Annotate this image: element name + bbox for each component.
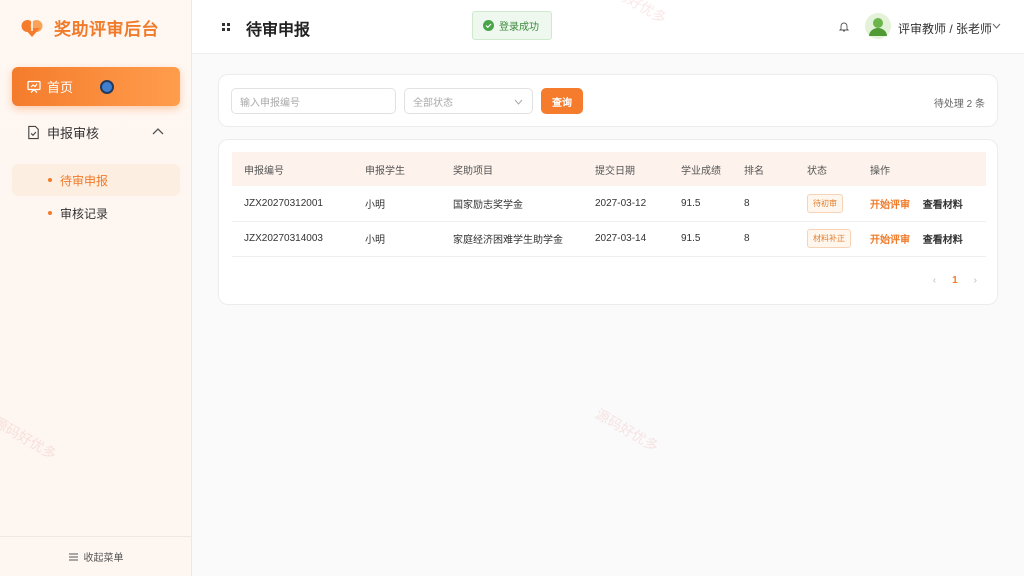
column-header: 申报编号 — [244, 165, 284, 177]
student-name: 小明 — [365, 199, 385, 211]
application-id: JZX20270314003 — [244, 233, 323, 244]
status-cell: 待初审 — [795, 186, 858, 221]
project-name: 国家励志奖学金 — [453, 199, 523, 211]
page-number[interactable]: 1 — [952, 275, 958, 286]
applications-table-panel: 申报编号 申报学生 奖助项目 提交日期 学业成绩 排名 状态 操作 JZX202… — [218, 139, 998, 305]
search-input[interactable]: 输入申报编号 — [231, 88, 396, 114]
table-row: JZX20270314003 小明 家庭经济困难学生助学金 2027-03-14… — [232, 221, 986, 256]
presentation-icon — [27, 80, 41, 93]
sidebar-item-home[interactable]: 首页 — [12, 67, 180, 106]
sidebar-group-review[interactable]: 申报审核 — [12, 118, 180, 146]
status-select[interactable]: 全部状态 — [404, 88, 533, 114]
column-header: 排名 — [744, 165, 764, 177]
cursor-indicator — [100, 80, 114, 94]
sidebar-group-label: 申报审核 — [47, 125, 100, 141]
actions-cell: 开始评审 查看材料 — [858, 186, 986, 221]
status-cell: 材料补正 — [795, 221, 858, 256]
submit-date: 2027-03-12 — [595, 197, 647, 209]
pagination: ‹ 1 › — [933, 275, 977, 286]
sidebar-item-pending[interactable]: 待审申报 — [12, 164, 180, 196]
project-name: 家庭经济困难学生助学金 — [453, 235, 563, 246]
next-page-button[interactable]: › — [974, 275, 977, 286]
collapse-label: 收起菜单 — [83, 553, 124, 564]
sidebar: 奖助评审后台 首页 申报审核 待审申报 审核记录 收起菜单 — [0, 0, 192, 576]
chevron-down-icon[interactable] — [992, 23, 1001, 29]
table-row: JZX20270312001 小明 国家励志奖学金 2027-03-12 91.… — [232, 186, 986, 221]
filter-panel: 输入申报编号 全部状态 查询 待处理 2 条 — [218, 74, 998, 127]
score: 91.5 — [681, 233, 701, 244]
watermark: 源码好优多 — [592, 405, 662, 455]
brand-name: 奖助评审后台 — [54, 19, 159, 39]
brand: 奖助评审后台 — [20, 14, 159, 40]
page-title: 待审申报 — [246, 22, 311, 39]
column-header: 操作 — [870, 165, 890, 177]
status-placeholder: 全部状态 — [413, 97, 453, 109]
search-placeholder: 输入申报编号 — [240, 97, 300, 109]
query-button[interactable]: 查询 — [541, 88, 583, 114]
column-header: 申报学生 — [365, 165, 405, 177]
sidebar-item-label: 审核记录 — [60, 206, 109, 221]
rank: 8 — [744, 233, 750, 244]
column-header: 学业成绩 — [681, 165, 721, 177]
start-review-link[interactable]: 开始评审 — [870, 235, 910, 246]
chevron-up-icon[interactable] — [152, 127, 164, 135]
success-toast: 登录成功 — [472, 11, 552, 40]
view-materials-link[interactable]: 查看材料 — [923, 200, 963, 211]
brand-logo-icon — [21, 18, 43, 37]
application-id: JZX20270312001 — [244, 197, 323, 209]
table-header-row: 申报编号 申报学生 奖助项目 提交日期 学业成绩 排名 状态 操作 — [232, 152, 986, 186]
sidebar-item-label: 待审申报 — [60, 173, 109, 188]
bullet-icon — [48, 211, 52, 215]
sidebar-item-records[interactable]: 审核记录 — [12, 197, 180, 229]
grid-icon[interactable] — [222, 23, 230, 31]
collapse-menu-button[interactable]: 收起菜单 — [0, 536, 192, 576]
applications-table: 申报编号 申报学生 奖助项目 提交日期 学业成绩 排名 状态 操作 JZX202… — [232, 152, 986, 257]
prev-page-button[interactable]: ‹ — [933, 275, 936, 286]
status-badge: 材料补正 — [807, 229, 851, 248]
menu-icon — [68, 553, 78, 560]
start-review-link[interactable]: 开始评审 — [870, 200, 910, 211]
submit-date: 2027-03-14 — [595, 233, 647, 244]
status-badge: 待初审 — [807, 193, 843, 213]
user-name[interactable]: 评审教师 / 张老师 — [898, 20, 992, 37]
document-check-icon — [28, 125, 39, 139]
column-header: 奖助项目 — [453, 165, 493, 177]
pending-count: 待处理 2 条 — [933, 99, 985, 110]
column-header: 状态 — [807, 165, 827, 177]
column-header: 提交日期 — [595, 165, 635, 177]
view-materials-link[interactable]: 查看材料 — [923, 235, 963, 246]
score: 91.5 — [681, 197, 701, 209]
chevron-down-icon — [514, 99, 523, 105]
bell-icon[interactable] — [839, 21, 849, 32]
top-header: 待审申报 登录成功 评审教师 / 张老师 — [192, 0, 1024, 54]
bullet-icon — [48, 178, 52, 182]
toast-text: 登录成功 — [499, 22, 539, 33]
sidebar-item-label: 首页 — [47, 80, 74, 95]
avatar[interactable] — [865, 13, 891, 39]
rank: 8 — [744, 197, 750, 209]
student-name: 小明 — [365, 235, 385, 246]
check-circle-icon — [483, 20, 494, 31]
actions-cell: 开始评审 查看材料 — [858, 221, 986, 256]
